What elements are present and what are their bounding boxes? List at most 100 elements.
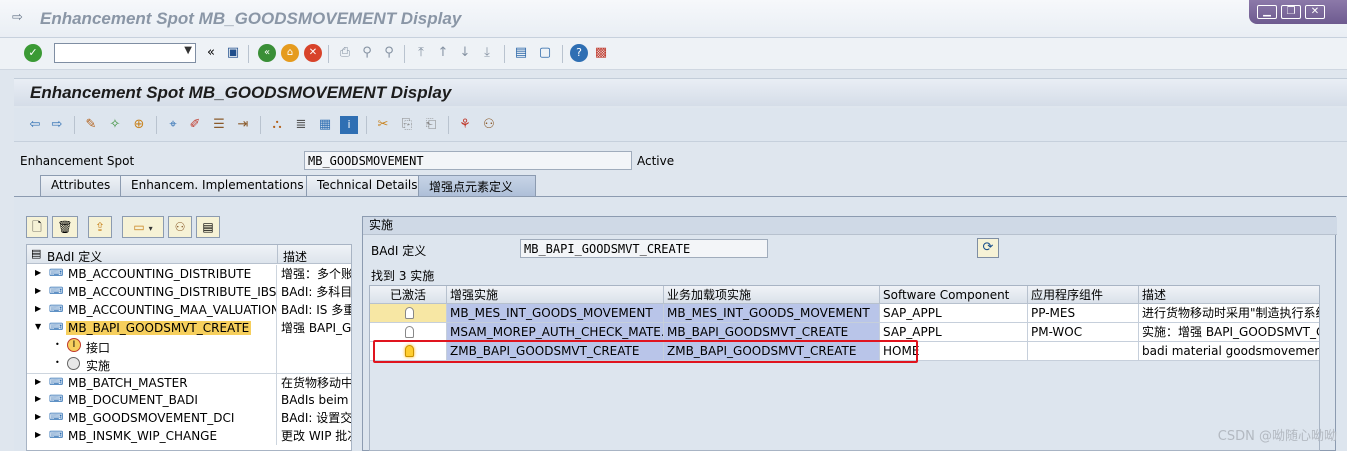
save-icon[interactable]: ▣ [224,44,242,62]
assign-button[interactable]: ⚇ [168,216,192,238]
application-toolbar: ⇦ ⇨ ✎ ✧ ⊕ ⌖ ✐ ☰ ⇥ ⛬ ≣ ▦ i ✂ ⎘ ⎗ ⚘ ⚇ [14,108,1347,142]
arrow-left-icon[interactable]: ⇦ [26,116,44,134]
biz-impl-cell[interactable]: ZMB_BAPI_GOODSMVT_CREATE [664,342,880,361]
next-page-icon[interactable]: ↓ [456,44,474,62]
minimize-icon[interactable]: ▁ [1257,5,1277,19]
documentation-button[interactable]: ▤ [196,216,220,238]
shortcut-icon[interactable]: ▢ [536,44,554,62]
expand-icon[interactable]: ▶ [35,430,41,439]
find-icon[interactable]: ⚲ [358,44,376,62]
check-icon[interactable]: ✧ [106,116,124,134]
other-object-icon[interactable]: ⚘ [456,116,474,134]
paste-icon[interactable]: ⎗ [422,116,440,134]
info-icon[interactable]: i [340,116,358,134]
refresh-button[interactable]: ⟳ [977,238,999,258]
print-icon[interactable]: ⎙ [336,44,354,62]
table-row[interactable]: ZMB_BAPI_GOODSMVT_CREATE ZMB_BAPI_GOODSM… [370,342,1319,361]
col-active[interactable]: 已激活 [370,286,447,304]
command-field[interactable]: ▼ [54,43,196,63]
tree-row[interactable]: ▶ ⌨ MB_ACCOUNTING_DISTRIBUTE 增强：多个账 [27,265,351,283]
layout-icon[interactable]: ≣ [292,116,310,134]
display-change-icon[interactable]: ✎ [82,116,100,134]
tab-element-definitions[interactable]: 增强点元素定义 [418,175,536,196]
enh-impl-cell[interactable]: MB_MES_INT_GOODS_MOVEMENT [447,304,664,323]
cut-icon[interactable]: ✂ [374,116,392,134]
exit-icon[interactable]: ⌂ [281,44,299,62]
lightbulb-off-icon [405,307,414,319]
col-sw-component[interactable]: Software Component [880,286,1028,304]
sw-component-cell: HOME [880,342,1028,361]
tab-enhancement-implementations[interactable]: Enhancem. Implementations [120,175,316,196]
tree-row-selected[interactable]: ▼ ⌨ MB_BAPI_GOODSMVT_CREATE 增强 BAPI_GC [27,319,351,337]
tree-header-icon: ▤ [31,247,42,260]
badi-icon: ⌨ [49,377,64,388]
navigate-icon[interactable]: ⇥ [234,116,252,134]
delete-button[interactable]: 🗑 [52,216,78,238]
badi-name: MB_ACCOUNTING_MAA_VALUATION [68,303,277,317]
enh-impl-cell[interactable]: ZMB_BAPI_GOODSMVT_CREATE [447,342,664,361]
export-button[interactable]: ⇪ [88,216,112,238]
arrow-right-icon[interactable]: ⇨ [48,116,66,134]
badi-def-field[interactable]: MB_BAPI_GOODSMVT_CREATE [520,239,768,258]
collapse-icon[interactable]: ▼ [35,322,41,331]
tree-row[interactable]: ▶ ⌨ MB_INSMK_WIP_CHANGE 更改 WIP 批次 [27,427,351,445]
help-icon[interactable]: ? [570,44,588,62]
biz-impl-cell[interactable]: MB_MES_INT_GOODS_MOVEMENT [664,304,880,323]
close-icon[interactable]: ✕ [1305,5,1325,19]
badi-name: MB_INSMK_WIP_CHANGE [68,429,218,443]
badi-desc: 在货物移动中 [281,376,352,390]
tree-row[interactable]: ▶ ⌨ MB_GOODSMOVEMENT_DCI BAdI: 设置交 [27,409,351,427]
enter-icon[interactable]: ✓ [24,44,42,62]
history-toggle-icon[interactable]: « [202,44,220,62]
object-list-icon[interactable]: ☰ [210,116,228,134]
hierarchy-icon[interactable]: ⛬ [268,116,286,134]
interface-menu-button[interactable]: ▭ ▾ [122,216,164,238]
copy-icon[interactable]: ⎘ [398,116,416,134]
back-icon[interactable]: « [258,44,276,62]
edit-object-icon[interactable]: ✐ [186,116,204,134]
table-row[interactable]: MB_MES_INT_GOODS_MOVEMENT MB_MES_INT_GOO… [370,304,1319,323]
chevron-down-icon[interactable]: ▼ [184,45,192,56]
where-used-icon[interactable]: ⌖ [164,116,182,134]
spot-label: Enhancement Spot [20,154,135,168]
tree-row[interactable]: ▶ ⌨ MB_BATCH_MASTER 在货物移动中 [27,373,352,392]
expand-icon[interactable]: ▶ [35,412,41,421]
badi-name: MB_BAPI_GOODSMVT_CREATE [66,321,252,335]
col-biz-impl[interactable]: 业务加载项实施 [664,286,880,304]
expand-icon[interactable]: ▶ [35,268,41,277]
exit-app-icon[interactable]: ⇨ [12,11,26,25]
biz-impl-cell[interactable]: MB_BAPI_GOODSMVT_CREATE [664,323,880,342]
expand-icon[interactable]: ▶ [35,377,41,386]
implementation-grid: 已激活 增强实施 业务加载项实施 Software Component 应用程序… [369,285,1320,451]
tree-row[interactable]: ▶ ⌨ MB_ACCOUNTING_MAA_VALUATION BAdI: IS… [27,301,351,319]
badi-name: MB_GOODSMOVEMENT_DCI [68,411,235,425]
col-description[interactable]: 描述 [1139,286,1319,304]
first-page-icon[interactable]: ⤒ [412,44,430,62]
tree-row[interactable]: ▶ ⌨ MB_DOCUMENT_BADI BAdIs beim A [27,391,351,409]
spot-field[interactable]: MB_GOODSMOVEMENT [304,151,632,170]
col-enh-impl[interactable]: 增强实施 [447,286,664,304]
tab-technical-details[interactable]: Technical Details [306,175,436,196]
users-icon[interactable]: ⚇ [480,116,498,134]
create-button[interactable]: 🗋 [26,216,48,238]
panel-title: 实施 [363,217,1337,235]
customize-layout-icon[interactable]: ▩ [592,44,610,62]
cancel-icon[interactable]: ✕ [304,44,322,62]
find-next-icon[interactable]: ⚲ [380,44,398,62]
new-session-icon[interactable]: ▤ [512,44,530,62]
standard-toolbar: ✓ ▼ « ▣ « ⌂ ✕ ⎙ ⚲ ⚲ ⤒ ↑ ↓ ⤓ ▤ ▢ ? ▩ [0,38,1347,70]
last-page-icon[interactable]: ⤓ [478,44,496,62]
restore-icon[interactable]: ❐ [1281,5,1301,19]
expand-icon[interactable]: ▶ [35,286,41,295]
enh-impl-cell[interactable]: MSAM_MOREP_AUTH_CHECK_MATE... [447,323,664,342]
table-icon[interactable]: ▦ [316,116,334,134]
col-app-component[interactable]: 应用程序组件 [1028,286,1139,304]
activate-icon[interactable]: ⊕ [130,116,148,134]
tree-row-implementation[interactable]: • 实施 [27,355,351,373]
expand-icon[interactable]: ▶ [35,304,41,313]
expand-icon[interactable]: ▶ [35,394,41,403]
tree-row-interface[interactable]: • I 接口 [27,337,351,355]
table-row[interactable]: MSAM_MOREP_AUTH_CHECK_MATE... MB_BAPI_GO… [370,323,1319,342]
tree-row[interactable]: ▶ ⌨ MB_ACCOUNTING_DISTRIBUTE_IBS BAdI: 多… [27,283,351,301]
previous-page-icon[interactable]: ↑ [434,44,452,62]
